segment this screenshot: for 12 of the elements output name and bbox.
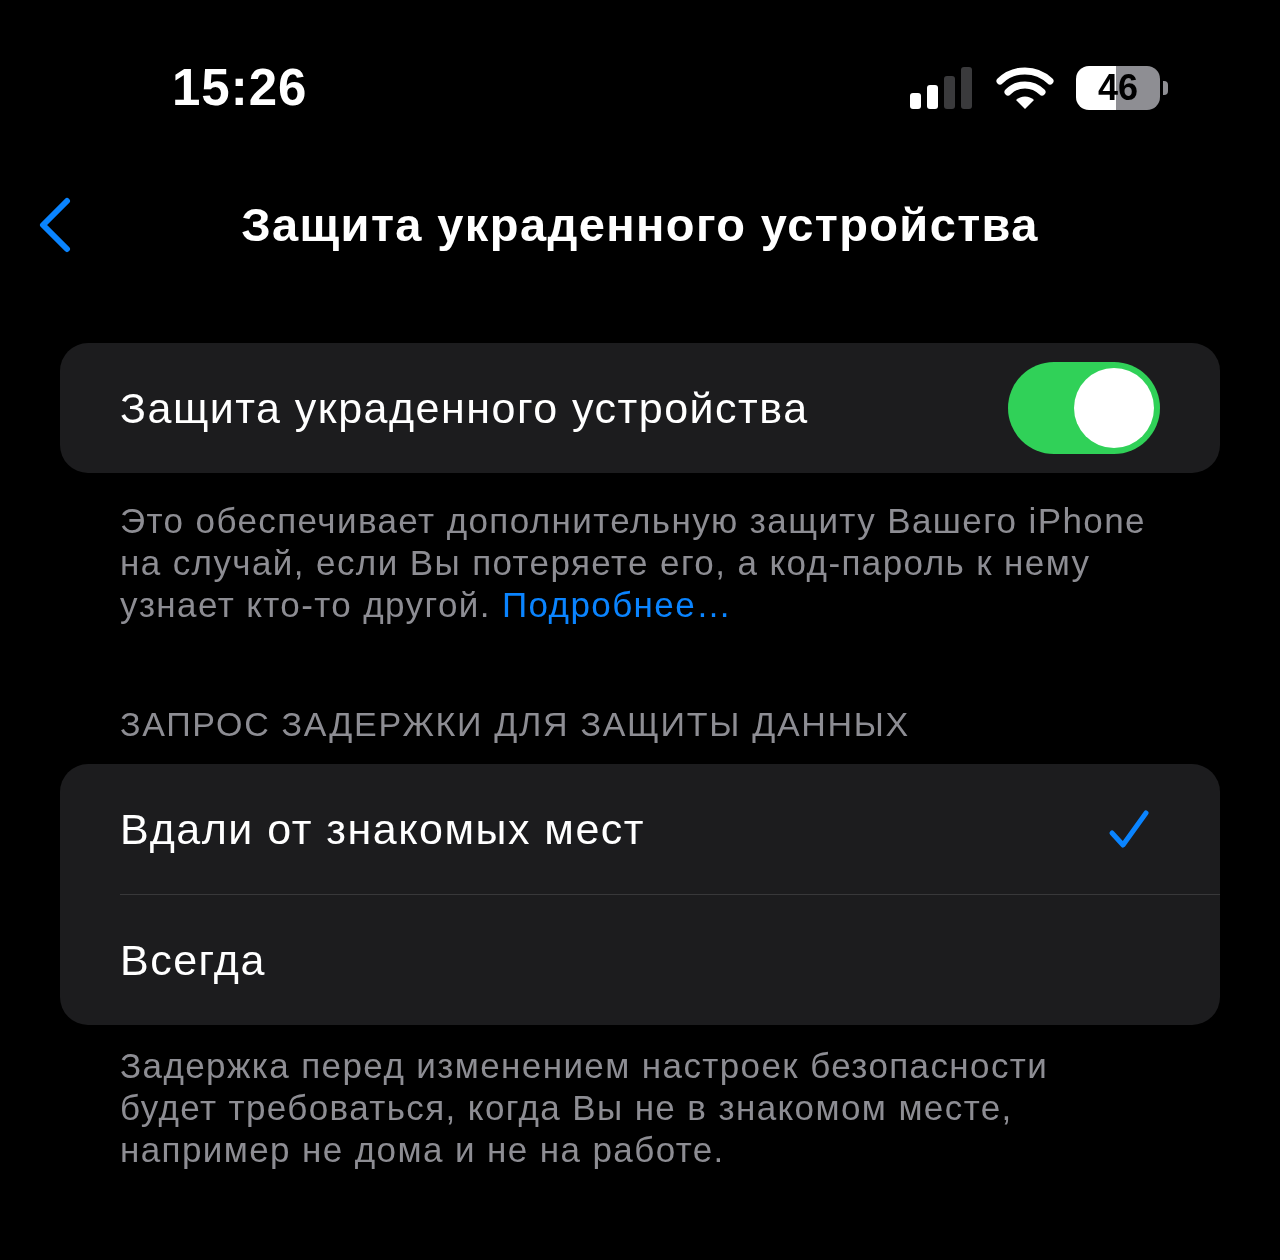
footer-text: Это обеспечивает дополнительную защиту Вашего iPhone на случай, если Вы потеряете его, а код-пароль к нему узнает кто-то другой. Подробнее… <box>119 500 1147 626</box>
chevron-left-icon <box>38 197 72 253</box>
page-title: Защита украденного устройства <box>241 197 1039 253</box>
wifi-icon <box>996 67 1054 109</box>
option-row[interactable]: Вдали от знакомых мест <box>60 764 1220 894</box>
option-row[interactable]: Всегда <box>60 895 1220 1025</box>
section-header: ЗАПРОС ЗАДЕРЖКИ ДЛЯ ЗАЩИТЫ ДАННЫХ <box>119 704 911 745</box>
signal-icon <box>910 67 974 109</box>
setting-label: Защита украденного устройства <box>120 383 809 433</box>
status-time: 15:26 <box>172 61 308 115</box>
learn-more-link[interactable]: Подробнее… <box>501 585 733 624</box>
footer-text: Задержка перед изменением настроек безопасности будет требоваться, когда Вы не в знакомом месте, например не дома и не на работе. <box>119 1045 1050 1171</box>
